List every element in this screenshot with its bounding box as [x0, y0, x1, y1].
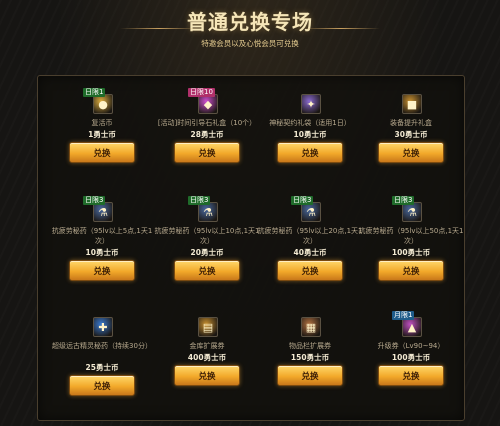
- item-price: 400勇士币: [187, 353, 227, 362]
- exchange-item: ⚗ 日限3 抗疲劳秘药（95lv以上20点,1天1次） 40勇士币兑换: [255, 196, 365, 282]
- item-name: 物品栏扩展券: [289, 342, 331, 350]
- item-name: 抗疲劳秘药（95lv以上50点,1天1次）: [358, 227, 464, 245]
- item-name: 抗疲劳秘药（95lv以上10点,1天1次）: [154, 227, 260, 245]
- item-icon-wrap: ▲ 月限1: [392, 311, 424, 339]
- limit-badge: 日限10: [188, 88, 215, 97]
- item-price: 150勇士币: [290, 353, 330, 362]
- item-price: 100勇士币: [391, 248, 431, 257]
- item-name: 抗疲劳秘药（95lv以上5点,1天1次）: [51, 227, 153, 245]
- exchange-item: ✦ 神秘契约礼袋（适用1日） 10勇士币兑换: [255, 94, 365, 174]
- exchange-button[interactable]: 兑换: [277, 260, 343, 281]
- exchange-item: ▦ 物品栏扩展券 150勇士币兑换: [255, 317, 365, 397]
- item-price: 1勇士币: [88, 130, 116, 139]
- potion-icon: ⚗: [402, 202, 422, 222]
- exchange-button[interactable]: 兑换: [378, 142, 444, 163]
- exchange-button[interactable]: 兑换: [277, 142, 343, 163]
- limit-badge: 日限3: [392, 196, 415, 205]
- levelup-ticket-icon: ▲: [402, 317, 422, 337]
- exchange-button[interactable]: 兑换: [378, 260, 444, 281]
- item-icon-wrap: ● 日限1: [83, 88, 115, 116]
- item-icon-wrap: ⚗ 日限3: [188, 196, 220, 224]
- exchange-item: ◆ 日限10 [活动]时间引导石礼盒（10个） 28勇士币兑换: [152, 88, 262, 174]
- exchange-button[interactable]: 兑换: [69, 375, 135, 396]
- item-name: 装备提升礼盒: [390, 119, 432, 127]
- potion-icon: ⚗: [198, 202, 218, 222]
- item-price: 30勇士币: [394, 130, 428, 139]
- exchange-item: ⚗ 日限3 抗疲劳秘药（95lv以上5点,1天1次） 10勇士币兑换: [47, 196, 157, 282]
- item-name: 升级券（Lv90~94）: [377, 342, 445, 350]
- item-price: 10勇士币: [293, 130, 327, 139]
- item-name: 超级远古精灵秘药（持续30分）: [52, 342, 152, 350]
- exchange-item: ✚ 超级远古精灵秘药（持续30分） 25勇士币兑换: [47, 317, 157, 397]
- item-price: 28勇士币: [190, 130, 224, 139]
- potion-icon: ⚗: [301, 202, 321, 222]
- limit-badge: 月限1: [392, 311, 415, 320]
- exchange-button[interactable]: 兑换: [69, 142, 135, 163]
- item-price: 10勇士币: [85, 248, 119, 257]
- exchange-button[interactable]: 兑换: [174, 365, 240, 386]
- header: 普通兑换专场 特邀会员以及心悦会员可兑换: [0, 10, 500, 49]
- exchange-button[interactable]: 兑换: [174, 142, 240, 163]
- item-icon-wrap: ▦: [297, 317, 323, 339]
- exchange-item: ■ 装备提升礼盒 30勇士币兑换: [356, 94, 466, 174]
- limit-badge: 日限3: [188, 196, 211, 205]
- bag-icon: ✦: [301, 94, 321, 114]
- item-icon-wrap: ✚: [89, 317, 115, 339]
- exchange-item: ▤ 金库扩展券 400勇士币兑换: [152, 317, 262, 397]
- gem-box-icon: ◆: [198, 94, 218, 114]
- chest-icon: ■: [402, 94, 422, 114]
- exchange-item: ⚗ 日限3 抗疲劳秘药（95lv以上50点,1天1次） 100勇士币兑换: [356, 196, 466, 282]
- item-price: 40勇士币: [293, 248, 327, 257]
- item-icon-wrap: ⚗ 日限3: [392, 196, 424, 224]
- limit-badge: 日限1: [83, 88, 106, 97]
- exchange-button[interactable]: 兑换: [69, 260, 135, 281]
- page-title: 普通兑换专场: [187, 12, 313, 34]
- item-name: 神秘契约礼袋（适用1日）: [269, 119, 351, 127]
- exchange-button[interactable]: 兑换: [378, 365, 444, 386]
- item-name: 复活币: [91, 119, 113, 127]
- page-subtitle: 特邀会员以及心悦会员可兑换: [201, 39, 299, 48]
- elixir-icon: ✚: [93, 317, 113, 337]
- item-icon-wrap: ✦: [297, 94, 323, 116]
- item-icon-wrap: ⚗ 日限3: [291, 196, 323, 224]
- inventory-ticket-icon: ▦: [301, 317, 321, 337]
- limit-badge: 日限3: [83, 196, 106, 205]
- exchange-item: ● 日限1 复活币 1勇士币兑换: [47, 88, 157, 174]
- exchange-panel: ● 日限1 复活币 1勇士币兑换 ◆ 日限10 [活动]时间引导石礼盒（10个） 28勇士币兑…: [37, 75, 465, 421]
- item-name: [活动]时间引导石礼盒（10个）: [157, 119, 257, 127]
- exchange-button[interactable]: 兑换: [277, 365, 343, 386]
- vault-ticket-icon: ▤: [198, 317, 218, 337]
- exchange-button[interactable]: 兑换: [174, 260, 240, 281]
- item-name: 金库扩展券: [189, 342, 225, 350]
- item-icon-wrap: ⚗ 日限3: [83, 196, 115, 224]
- title-divider-right: [302, 28, 380, 29]
- item-name: 抗疲劳秘药（95lv以上20点,1天1次）: [257, 227, 363, 245]
- title-divider-left: [120, 28, 198, 29]
- item-price: 20勇士币: [190, 248, 224, 257]
- item-price: 25勇士币: [85, 363, 119, 372]
- item-price: 100勇士币: [391, 353, 431, 362]
- item-icon-wrap: ▤: [194, 317, 220, 339]
- potion-icon: ⚗: [93, 202, 113, 222]
- exchange-item: ⚗ 日限3 抗疲劳秘药（95lv以上10点,1天1次） 20勇士币兑换: [152, 196, 262, 282]
- limit-badge: 日限3: [291, 196, 314, 205]
- exchange-item: ▲ 月限1 升级券（Lv90~94） 100勇士币兑换: [356, 311, 466, 397]
- item-icon-wrap: ■: [398, 94, 424, 116]
- item-icon-wrap: ◆ 日限10: [188, 88, 220, 116]
- coin-icon: ●: [93, 94, 113, 114]
